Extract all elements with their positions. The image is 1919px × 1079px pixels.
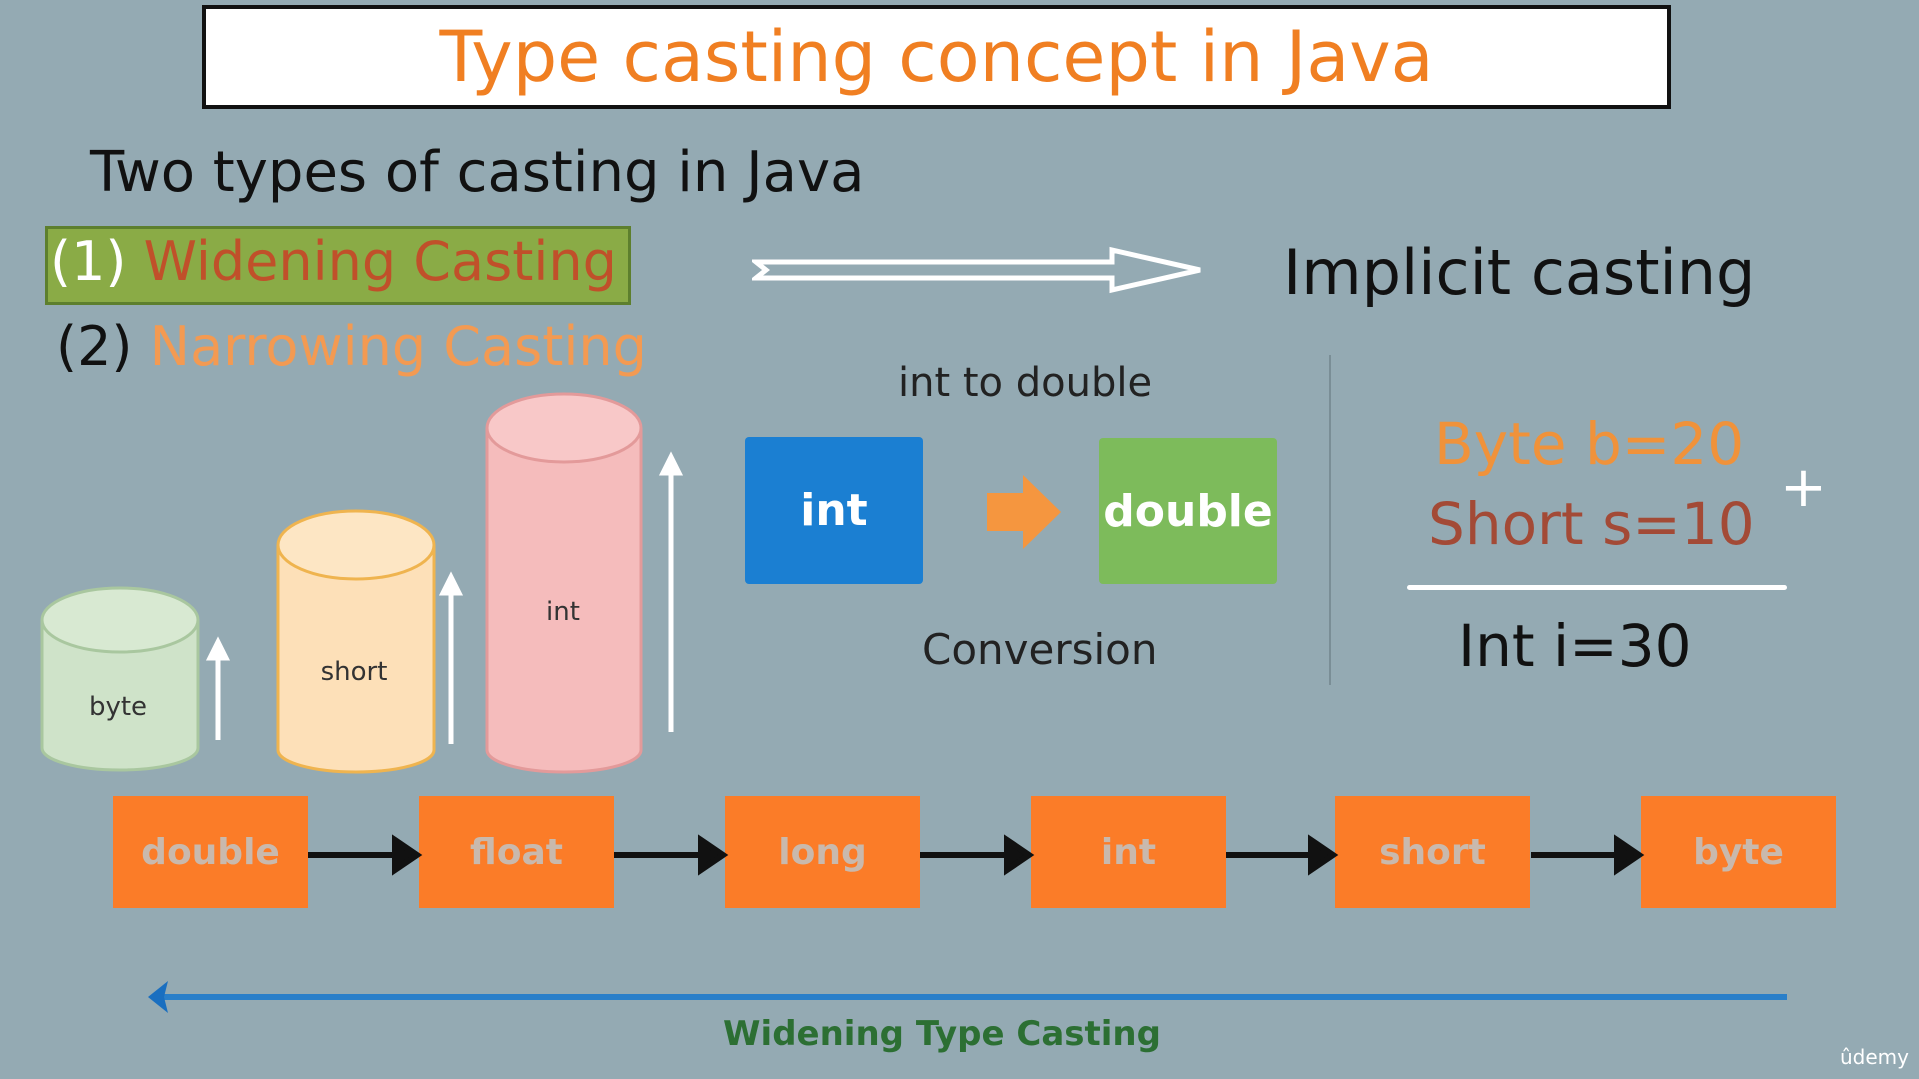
cylinder-int: int xyxy=(485,392,643,774)
chain-arrows xyxy=(308,834,1645,876)
byte-declaration: Byte b=20 xyxy=(1434,410,1745,478)
right-arrow-icon xyxy=(987,475,1061,549)
cylinder-byte: byte xyxy=(40,586,200,772)
implicit-casting-label: Implicit casting xyxy=(1283,236,1756,309)
up-arrow-icon xyxy=(438,571,464,596)
conversion-label: Conversion xyxy=(922,625,1158,674)
title-box: Type casting concept in Java xyxy=(202,5,1671,109)
plus-sign: + xyxy=(1780,455,1827,520)
right-arrow-icon xyxy=(1004,834,1035,876)
sum-line xyxy=(1407,585,1787,590)
widening-type-casting-label: Widening Type Casting xyxy=(723,1014,1161,1054)
item-label: Narrowing Casting xyxy=(149,315,647,378)
cylinder-short: short xyxy=(276,509,436,774)
narrowing-casting-item: (2) Narrowing Casting xyxy=(56,315,647,378)
cylinder-label: int xyxy=(546,597,580,627)
up-arrow-icon xyxy=(205,636,231,661)
right-arrow-icon xyxy=(698,834,729,876)
cylinder-label: short xyxy=(321,657,388,687)
item-number: (2) xyxy=(56,315,133,378)
right-arrow-icon xyxy=(392,834,423,876)
hollow-arrow-icon xyxy=(752,246,1201,294)
short-declaration: Short s=10 xyxy=(1428,490,1755,558)
right-arrow-icon xyxy=(1614,834,1645,876)
widening-casting-item: (1) Widening Casting xyxy=(50,230,617,293)
page-title: Type casting concept in Java xyxy=(439,16,1434,98)
double-box: double xyxy=(1099,438,1277,584)
int-result: Int i=30 xyxy=(1458,612,1692,680)
up-arrow-icon xyxy=(658,451,684,476)
cylinders-diagram: byte short int xyxy=(40,392,684,774)
udemy-watermark: ûdemy xyxy=(1840,1045,1909,1069)
int-box: int xyxy=(745,437,923,584)
item-label: Widening Casting xyxy=(143,230,617,293)
subtitle: Two types of casting in Java xyxy=(90,140,865,205)
right-arrow-icon xyxy=(1308,834,1339,876)
conversion-caption: int to double xyxy=(898,360,1153,406)
cylinder-label: byte xyxy=(89,692,147,722)
divider xyxy=(1329,355,1331,685)
item-number: (1) xyxy=(50,230,127,293)
